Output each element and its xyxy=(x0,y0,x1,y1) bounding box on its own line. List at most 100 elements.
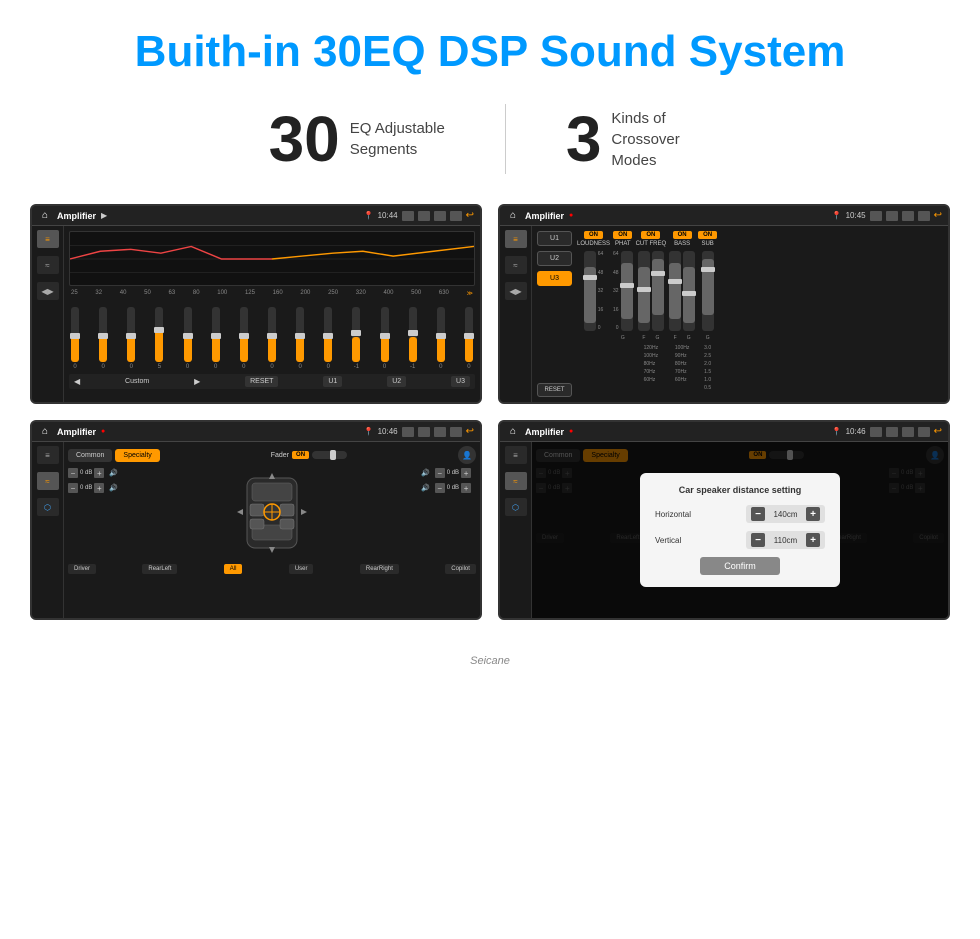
ch-slider-sub[interactable] xyxy=(702,251,714,331)
eq-slider-1[interactable]: 0 xyxy=(99,307,107,370)
ch-slider-bass-2[interactable] xyxy=(683,251,695,331)
ch-on-bass[interactable]: ON xyxy=(673,231,692,239)
sidebar-eq-icon-2[interactable]: ≡ xyxy=(505,230,527,248)
sidebar-eq-icon-4[interactable]: ≡ xyxy=(505,446,527,464)
eq-u3-btn[interactable]: U3 xyxy=(451,376,470,387)
camera-icon-2 xyxy=(870,211,882,221)
eq-slider-11[interactable]: 0 xyxy=(381,307,389,370)
channel-phat: ON PHAT 644832160 G xyxy=(613,231,633,397)
eq-slider-6[interactable]: 0 xyxy=(240,307,248,370)
pos-rearleft[interactable]: RearLeft xyxy=(142,564,177,574)
ch-slider-cutfreq-2[interactable] xyxy=(652,251,664,331)
sidebar-bt-icon-3[interactable]: ⬡ xyxy=(37,498,59,516)
camera-icon xyxy=(402,211,414,221)
distance-modal-overlay: Car speaker distance setting Horizontal … xyxy=(532,442,948,618)
eq-slider-2[interactable]: 0 xyxy=(127,307,135,370)
tl-plus[interactable]: + xyxy=(94,468,104,478)
eq-slider-4[interactable]: 0 xyxy=(184,307,192,370)
screen-body-distance: ≡ ≈ ⬡ Common Specialty ON xyxy=(500,442,948,618)
sidebar-vol-icon-2[interactable]: ◀▶ xyxy=(505,282,527,300)
left-controls: − 0 dB + 🔊 − 0 dB + 🔊 xyxy=(68,468,123,493)
eq-slider-0[interactable]: 0 xyxy=(71,307,79,370)
ch-slider-loudness[interactable] xyxy=(584,251,596,331)
eq-slider-12[interactable]: -1 xyxy=(409,307,417,370)
br-plus[interactable]: + xyxy=(461,483,471,493)
ch-slider-phat[interactable] xyxy=(621,251,633,331)
tr-plus[interactable]: + xyxy=(461,468,471,478)
eq-u1-btn[interactable]: U1 xyxy=(323,376,342,387)
tr-minus[interactable]: − xyxy=(435,468,445,478)
eq-slider-9[interactable]: 0 xyxy=(324,307,332,370)
br-minus[interactable]: − xyxy=(435,483,445,493)
home-icon-3[interactable]: ⌂ xyxy=(38,425,52,439)
topbar-right-specialty: 📍 10:46 ↩ xyxy=(364,426,474,437)
modal-vertical-minus[interactable]: − xyxy=(751,533,765,547)
home-icon-4[interactable]: ⌂ xyxy=(506,425,520,439)
sidebar-vol-icon[interactable]: ◀▶ xyxy=(37,282,59,300)
sidebar-wave-icon-3[interactable]: ≈ xyxy=(37,472,59,490)
ch-slider-bass-1[interactable] xyxy=(669,251,681,331)
eq-slider-14[interactable]: 0 xyxy=(465,307,473,370)
ch-on-sub[interactable]: ON xyxy=(698,231,717,239)
stat-eq-number: 30 xyxy=(269,107,340,171)
modal-horizontal-input: − 140cm + xyxy=(746,505,825,523)
back-icon-4[interactable]: ↩ xyxy=(934,426,942,437)
eq-reset-btn[interactable]: RESET xyxy=(245,376,278,387)
back-icon[interactable]: ↩ xyxy=(466,210,474,221)
back-icon-3[interactable]: ↩ xyxy=(466,426,474,437)
home-icon[interactable]: ⌂ xyxy=(38,209,52,223)
bl-plus[interactable]: + xyxy=(94,483,104,493)
modal-vertical-value: 110cm xyxy=(768,536,803,545)
pos-user[interactable]: User xyxy=(289,564,314,574)
topbar-specialty: ⌂ Amplifier ● 📍 10:46 ↩ xyxy=(32,422,480,442)
bl-minus[interactable]: − xyxy=(68,483,78,493)
screen-eq: ⌂ Amplifier ▶ 📍 10:44 ↩ ≡ ≈ ◀▶ xyxy=(30,204,482,404)
eq-slider-7[interactable]: 0 xyxy=(268,307,276,370)
eq-slider-5[interactable]: 0 xyxy=(212,307,220,370)
home-icon-2[interactable]: ⌂ xyxy=(506,209,520,223)
ch-on-loudness[interactable]: ON xyxy=(584,231,603,239)
pos-all[interactable]: All xyxy=(224,564,243,574)
tab-specialty[interactable]: Specialty xyxy=(115,449,159,462)
tab-common[interactable]: Common xyxy=(68,449,112,462)
tl-minus[interactable]: − xyxy=(68,468,78,478)
sidebar-eq-icon-3[interactable]: ≡ xyxy=(37,446,59,464)
ch-on-phat[interactable]: ON xyxy=(613,231,632,239)
modal-horizontal-plus[interactable]: + xyxy=(806,507,820,521)
distance-main-bg: Common Specialty ON 👤 − xyxy=(532,442,948,618)
tr-val: 0 dB xyxy=(447,470,459,476)
eq-slider-3[interactable]: 5 xyxy=(155,307,163,370)
pos-copilot[interactable]: Copilot xyxy=(445,564,476,574)
ch-on-cutfreq[interactable]: ON xyxy=(641,231,660,239)
stat-crossover: 3 Kinds ofCrossover Modes xyxy=(506,107,772,171)
eq-slider-8[interactable]: 0 xyxy=(296,307,304,370)
eq-slider-10[interactable]: -1 xyxy=(352,307,360,370)
sidebar-wave-icon[interactable]: ≈ xyxy=(37,256,59,274)
eq-slider-13[interactable]: 0 xyxy=(437,307,445,370)
page-title: Buith-in 30EQ DSP Sound System xyxy=(115,0,866,94)
screen-crossover: ⌂ Amplifier ● 📍 10:45 ↩ ≡ ≈ ◀▶ xyxy=(498,204,950,404)
eq-u2-btn[interactable]: U2 xyxy=(387,376,406,387)
ch-label-loudness: LOUDNESS xyxy=(577,241,610,247)
pos-driver[interactable]: Driver xyxy=(68,564,96,574)
topbar-title-distance: Amplifier xyxy=(525,427,564,437)
preset-u3[interactable]: U3 xyxy=(537,271,572,286)
pos-rearright[interactable]: RearRight xyxy=(360,564,399,574)
eq-next-btn[interactable]: ▶ xyxy=(194,377,200,386)
sidebar-wave-icon-4[interactable]: ≈ xyxy=(505,472,527,490)
reset-btn-crossover[interactable]: RESET xyxy=(537,383,572,397)
ch-label-sub: SUB xyxy=(701,241,713,247)
preset-u2[interactable]: U2 xyxy=(537,251,572,266)
modal-vertical-plus[interactable]: + xyxy=(806,533,820,547)
topbar-left-eq: ⌂ Amplifier ▶ xyxy=(38,209,107,223)
modal-horizontal-minus[interactable]: − xyxy=(751,507,765,521)
confirm-button[interactable]: Confirm xyxy=(700,557,780,575)
fader-slider[interactable] xyxy=(312,451,347,459)
sidebar-bt-icon-4[interactable]: ⬡ xyxy=(505,498,527,516)
ch-slider-cutfreq-1[interactable] xyxy=(638,251,650,331)
sidebar-wave-icon-2[interactable]: ≈ xyxy=(505,256,527,274)
sidebar-eq-icon[interactable]: ≡ xyxy=(37,230,59,248)
preset-u1[interactable]: U1 xyxy=(537,231,572,246)
eq-prev-btn[interactable]: ◀ xyxy=(74,377,80,386)
back-icon-2[interactable]: ↩ xyxy=(934,210,942,221)
